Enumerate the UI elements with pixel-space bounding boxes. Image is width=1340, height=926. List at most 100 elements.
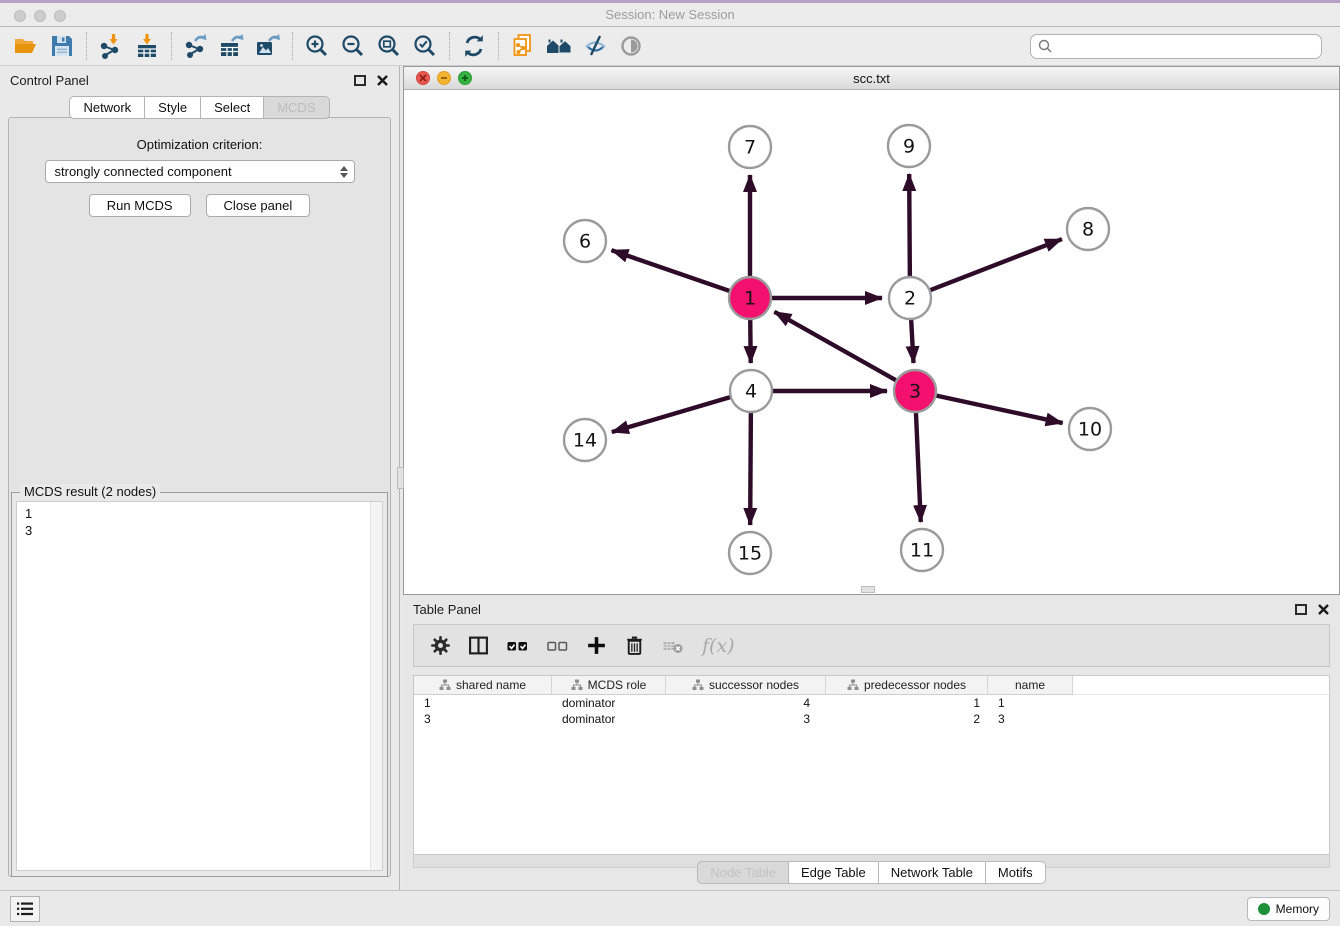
task-list-icon <box>16 901 34 917</box>
cell-name[interactable]: 1 <box>988 696 1073 710</box>
cell-shared-name[interactable]: 3 <box>414 712 552 726</box>
network-canvas[interactable]: 7968124314101511 <box>404 90 1339 594</box>
table-tabs: Node TableEdge TableNetwork TableMotifs <box>403 861 1340 884</box>
graph-edge-4-15[interactable] <box>750 410 751 525</box>
status-bar: Memory <box>0 890 1340 926</box>
column-header-successor-nodes[interactable]: successor nodes <box>666 676 826 695</box>
delete-column-button[interactable] <box>624 635 645 656</box>
mcds-result-textarea[interactable]: 13 <box>16 501 383 871</box>
table-settings-button[interactable] <box>430 635 451 656</box>
close-panel-button[interactable]: Close panel <box>206 194 311 217</box>
save-session-button[interactable] <box>44 30 80 62</box>
float-table-panel-icon[interactable] <box>1295 604 1307 615</box>
add-column-button[interactable] <box>586 635 607 656</box>
delete-table-button[interactable] <box>662 636 685 656</box>
search-field[interactable] <box>1030 34 1322 59</box>
network-close-button[interactable] <box>416 71 430 85</box>
column-header-predecessor-nodes[interactable]: predecessor nodes <box>826 676 988 695</box>
tab-style[interactable]: Style <box>145 96 201 119</box>
close-table-panel-icon[interactable] <box>1317 603 1330 616</box>
control-panel-title: Control Panel <box>10 73 89 88</box>
export-image-icon <box>255 33 281 59</box>
column-header-shared-name[interactable]: shared name <box>414 676 552 695</box>
cell-name[interactable]: 3 <box>988 712 1073 726</box>
vertical-split-handle[interactable] <box>397 467 404 489</box>
import-network-button[interactable] <box>93 30 129 62</box>
cell-predecessor-nodes[interactable]: 1 <box>826 696 988 710</box>
search-input[interactable] <box>1053 36 1321 56</box>
network-canvas-svg: 7968124314101511 <box>404 90 1339 594</box>
toolbar-separator <box>171 32 172 60</box>
hide-all-columns-button[interactable] <box>546 636 569 656</box>
zoom-fit-button[interactable] <box>371 30 407 62</box>
cell-shared-name[interactable]: 1 <box>414 696 552 710</box>
graph-edge-3-11[interactable] <box>916 410 921 522</box>
node-table[interactable]: shared nameMCDS rolesuccessor nodesprede… <box>413 675 1330 855</box>
refresh-layout-button[interactable] <box>456 30 492 62</box>
zoom-in-button[interactable] <box>299 30 335 62</box>
result-line: 1 <box>17 505 382 522</box>
graph-edge-2-9[interactable] <box>909 174 910 279</box>
tab-edge-table[interactable]: Edge Table <box>789 861 879 884</box>
column-header-name[interactable]: name <box>988 676 1073 695</box>
home-icon <box>545 33 573 59</box>
optimization-criterion-select[interactable]: strongly connected component <box>45 160 355 183</box>
cell-mcds-role[interactable]: dominator <box>552 712 666 726</box>
tab-node-table[interactable]: Node Table <box>697 861 789 884</box>
network-window-titlebar[interactable]: scc.txt <box>404 67 1339 90</box>
graph-node-label-10: 10 <box>1078 419 1102 441</box>
export-network-button[interactable] <box>178 30 214 62</box>
network-maximize-button[interactable] <box>458 71 472 85</box>
column-layout-button[interactable] <box>468 635 489 656</box>
export-table-button[interactable] <box>214 30 250 62</box>
graph-edge-4-14[interactable] <box>612 396 733 432</box>
column-type-icon <box>692 679 704 691</box>
minimize-window-button[interactable] <box>34 10 46 22</box>
task-history-button[interactable] <box>10 896 40 922</box>
cell-successor-nodes[interactable]: 4 <box>666 696 826 710</box>
tab-motifs[interactable]: Motifs <box>986 861 1046 884</box>
zoom-selected-button[interactable] <box>407 30 443 62</box>
first-neighbors-button[interactable] <box>541 30 577 62</box>
float-panel-icon[interactable] <box>354 75 366 86</box>
new-network-from-selection-button[interactable] <box>505 30 541 62</box>
graph-edge-1-6[interactable] <box>611 250 732 292</box>
table-header-row: shared nameMCDS rolesuccessor nodesprede… <box>414 676 1329 695</box>
graph-edge-3-1[interactable] <box>774 312 898 382</box>
table-row[interactable]: 3dominator323 <box>414 711 1329 727</box>
zoom-out-button[interactable] <box>335 30 371 62</box>
result-scrollbar[interactable] <box>370 502 382 870</box>
horizontal-split-handle[interactable] <box>861 586 875 593</box>
hide-selected-button[interactable] <box>577 30 613 62</box>
open-file-button[interactable] <box>8 30 44 62</box>
close-panel-icon[interactable] <box>376 74 389 87</box>
close-window-button[interactable] <box>14 10 26 22</box>
function-builder-button[interactable]: f(x) <box>702 635 735 657</box>
graph-edge-2-3[interactable] <box>911 317 913 363</box>
cell-predecessor-nodes[interactable]: 2 <box>826 712 988 726</box>
show-all-columns-button[interactable] <box>506 636 529 656</box>
graph-node-label-11: 11 <box>910 540 934 562</box>
import-table-button[interactable] <box>129 30 165 62</box>
column-header-mcds-role[interactable]: MCDS role <box>552 676 666 695</box>
maximize-window-button[interactable] <box>54 10 66 22</box>
network-minimize-button[interactable] <box>437 71 451 85</box>
graph-edge-2-8[interactable] <box>928 239 1062 291</box>
table-row[interactable]: 1dominator411 <box>414 695 1329 711</box>
column-type-icon <box>847 679 859 691</box>
tab-mcds[interactable]: MCDS <box>264 96 329 119</box>
graph-edge-3-10[interactable] <box>934 395 1063 423</box>
run-mcds-button[interactable]: Run MCDS <box>89 194 191 217</box>
tab-network-table[interactable]: Network Table <box>879 861 986 884</box>
control-panel-tabs: NetworkStyleSelectMCDS <box>0 96 399 119</box>
export-image-button[interactable] <box>250 30 286 62</box>
cell-mcds-role[interactable]: dominator <box>552 696 666 710</box>
tab-select[interactable]: Select <box>201 96 264 119</box>
memory-button[interactable]: Memory <box>1247 897 1330 921</box>
window-traffic-lights <box>14 10 66 22</box>
graph-node-label-14: 14 <box>573 430 597 452</box>
tab-network[interactable]: Network <box>69 96 145 119</box>
cell-successor-nodes[interactable]: 3 <box>666 712 826 726</box>
show-all-button[interactable] <box>613 30 649 62</box>
toolbar-separator <box>86 32 87 60</box>
